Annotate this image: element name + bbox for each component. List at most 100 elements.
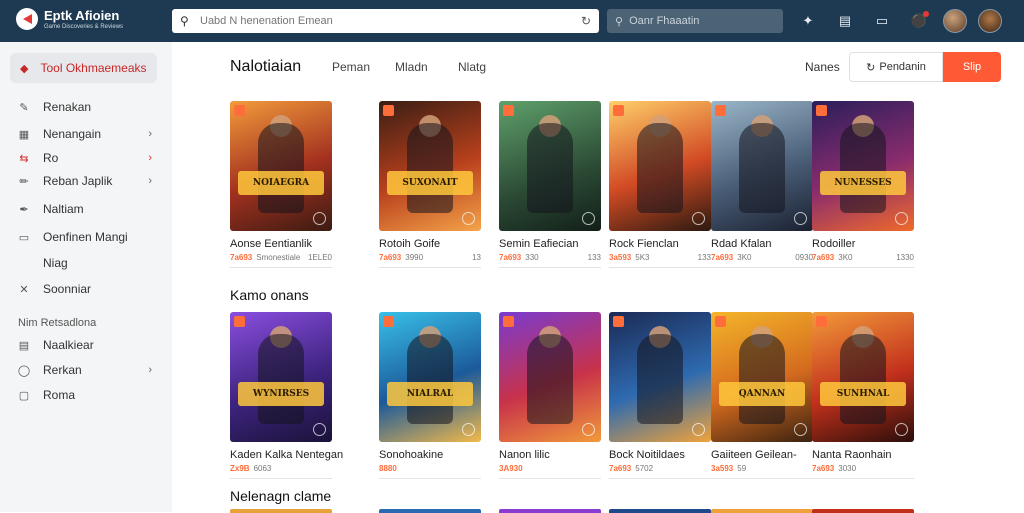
top-bar: Eptk Afioien Game Discoveries & Reviews … [0,0,1024,42]
sidebar-item[interactable]: ✎ Renakan [0,97,172,117]
divider [711,267,813,268]
game-thumbnail-partial[interactable] [379,509,481,513]
game-title[interactable]: Rock Fienclan [609,238,711,250]
game-title[interactable]: Gaiiteen Geilean- [711,449,813,461]
play-icon[interactable] [794,212,807,225]
game-title[interactable]: Sonohoakine [379,449,481,461]
game-thumbnail[interactable]: SUNHNAL [812,312,914,442]
game-card[interactable]: Nanon lilic 3A930 [499,312,601,479]
game-title[interactable]: Aonse Eentianlik [230,238,332,250]
game-thumbnail[interactable]: NUNESSES [812,101,914,231]
character-figure [407,123,453,213]
document-icon[interactable]: ▤ [832,8,858,34]
game-card[interactable]: QANNAN Gaiiteen Geilean- 3a593 59 [711,312,813,479]
avatar[interactable] [943,9,967,33]
game-title[interactable]: Rdad Kfalan [711,238,813,250]
game-title[interactable]: Bock Noitildaes [609,449,711,461]
sidebar-item[interactable]: ▭ Oenfinen Mangi [0,227,172,247]
game-card[interactable]: NUNESSES Rodoiller 7a693 3K0 1330 [812,101,914,268]
game-rating: Zx9B [230,464,250,473]
badge-icon [383,316,394,327]
play-icon[interactable] [582,423,595,436]
game-meta: Zx9B 6063 [230,464,332,473]
game-thumbnail-partial[interactable] [230,509,332,513]
search-bar[interactable]: ⚲ ↻ [172,9,599,33]
game-card[interactable]: SUNHNAL Nanta Raonhain 7a693 3030 [812,312,914,479]
game-card[interactable]: NOIAEGRA Aonse Eentianlik 7a693 Smonestiale… [230,101,332,268]
game-title[interactable]: Nanon lilic [499,449,601,461]
divider [711,478,813,479]
secondary-search[interactable]: ⚲ Oanr Fhaaatin [607,9,783,33]
sidebar-item[interactable]: ✕ Soonniar [0,279,172,299]
notification-icon[interactable]: ⚫ [906,8,932,34]
game-title[interactable]: Rodoiller [812,238,914,250]
game-thumbnail[interactable]: NOIAEGRA [230,101,332,231]
game-thumbnail[interactable] [609,101,711,231]
primary-button[interactable]: Slip [943,52,1001,82]
game-thumbnail[interactable]: WYNIRSES [230,312,332,442]
sidebar-item[interactable]: ⇆ Ro › [0,148,172,168]
search-input[interactable] [200,15,581,27]
gamepad-icon[interactable]: ✦ [795,8,821,34]
game-rating: 8880 [379,464,397,473]
game-card[interactable]: NIALRAL Sonohoakine 8880 [379,312,481,479]
game-rating: 7a693 [812,464,835,473]
game-thumbnail-partial[interactable] [812,509,914,513]
game-card[interactable]: Semin Eafiecian 7a693 330 133 [499,101,601,268]
sidebar-item[interactable]: ✒ Naltiam [0,199,172,219]
game-thumbnail[interactable]: NIALRAL [379,312,481,442]
game-title[interactable]: Kaden Kalka Nentegan [230,449,343,461]
tab[interactable]: Peman [332,60,370,74]
sidebar-item[interactable]: ▤ Naalkiear [0,335,172,355]
play-icon[interactable] [692,423,705,436]
play-icon[interactable] [895,423,908,436]
sidebar-item[interactable]: ▢ Roma [0,385,172,405]
game-title[interactable]: Rotoih Goife [379,238,481,250]
sidebar-item[interactable]: Niag [0,253,172,273]
section-title: Kamo onans [230,287,309,303]
app-logo[interactable]: Eptk Afioien Game Discoveries & Reviews [16,8,123,30]
play-icon[interactable] [895,212,908,225]
play-icon[interactable] [462,212,475,225]
monitor-icon[interactable]: ▭ [869,8,895,34]
badge-icon [715,105,726,116]
play-icon[interactable] [582,212,595,225]
game-thumbnail-partial[interactable] [499,509,601,513]
sidebar-item-active[interactable]: ◆ Tool Okhmaemeaks [10,53,157,83]
divider [499,267,601,268]
game-thumbnail[interactable] [499,312,601,442]
sidebar-item[interactable]: ▦ Nenangain › [0,124,172,144]
play-icon[interactable] [462,423,475,436]
game-banner: SUXONAIT [387,171,473,195]
character-figure [527,334,573,424]
pending-button[interactable]: ↻ Pendanin [849,52,943,82]
game-title[interactable]: Nanta Raonhain [812,449,914,461]
game-thumbnail[interactable]: QANNAN [711,312,813,442]
tab[interactable]: Mladn [395,60,428,74]
sidebar-item[interactable]: ◯ Rerkan › [0,360,172,380]
game-title[interactable]: Semin Eafiecian [499,238,601,250]
sidebar-item[interactable]: ✏ Reban Japlik › [0,171,172,191]
game-card[interactable]: Rock Fienclan 3a593 5K3 133 [609,101,711,268]
game-thumbnail[interactable] [711,101,813,231]
play-icon[interactable] [313,423,326,436]
game-thumbnail-partial[interactable] [609,509,711,513]
game-card[interactable]: Bock Noitildaes 7a693 5702 [609,312,711,479]
play-icon[interactable] [794,423,807,436]
game-thumbnail[interactable]: SUXONAIT [379,101,481,231]
avatar[interactable] [978,9,1002,33]
game-thumbnail[interactable] [499,101,601,231]
tab[interactable]: Nlatg [458,60,486,74]
game-card[interactable]: SUXONAIT Rotoih Goife 7a693 3990 13 [379,101,481,268]
play-icon[interactable] [313,212,326,225]
page-title: Nalotiaian [230,58,302,75]
divider [230,267,332,268]
game-card[interactable]: Rdad Kfalan 7a693 3K0 0930 [711,101,813,268]
game-meta-text: 3K0 [838,253,853,262]
game-thumbnail[interactable] [609,312,711,442]
game-thumbnail-partial[interactable] [711,509,813,513]
refresh-icon[interactable]: ↻ [581,14,591,28]
search-icon: ⚲ [180,14,189,28]
play-icon[interactable] [692,212,705,225]
game-card[interactable]: WYNIRSES Kaden Kalka Nentegan Zx9B 6063 [230,312,343,479]
